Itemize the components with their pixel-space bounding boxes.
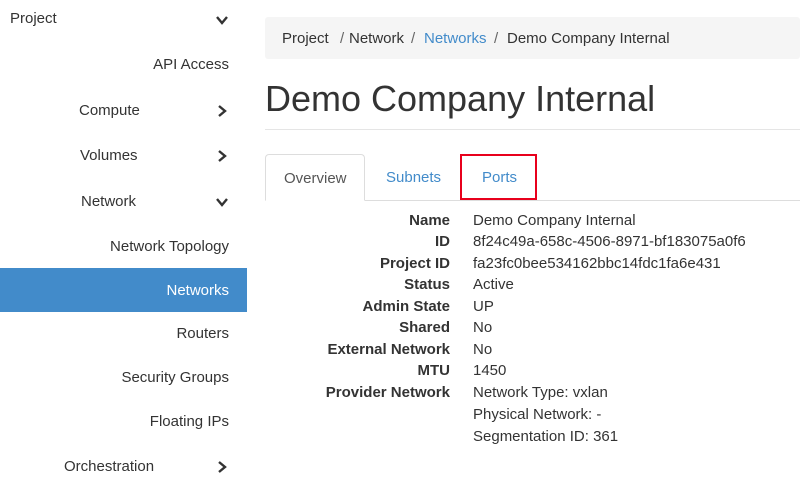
detail-value-id: 8f24c49a-658c-4506-8971-bf183075a0f6: [473, 233, 746, 250]
sidebar-item-label: Security Groups: [121, 369, 229, 386]
chevron-right-icon: [215, 104, 229, 118]
sidebar-item-compute[interactable]: Compute: [0, 89, 247, 131]
detail-label-status: Status: [404, 276, 450, 293]
sidebar-item-api-access[interactable]: API Access: [0, 44, 247, 84]
detail-value-status: Active: [473, 276, 514, 293]
detail-value-external-network: No: [473, 341, 493, 358]
breadcrumb-separator: /: [494, 30, 499, 47]
detail-label-project-id: Project ID: [379, 255, 450, 272]
detail-value-mtu: 1450: [473, 362, 507, 379]
sidebar-item-volumes[interactable]: Volumes: [0, 134, 247, 176]
tab-label: Subnets: [386, 169, 442, 186]
chevron-right-icon: [215, 460, 229, 474]
sidebar-item-label: Routers: [176, 325, 229, 342]
sidebar-item-orchestration[interactable]: Orchestration: [0, 445, 247, 487]
detail-value-physical-network: Physical Network: -: [473, 406, 602, 423]
title-divider: [265, 129, 800, 130]
page-title: Demo Company Internal: [265, 78, 656, 119]
detail-label-provider-network: Provider Network: [325, 384, 450, 401]
sidebar-item-label: Project: [10, 10, 57, 27]
detail-value-shared: No: [473, 319, 493, 336]
sidebar-item-networks[interactable]: Networks: [0, 268, 247, 312]
breadcrumb-separator: /: [411, 30, 416, 47]
sidebar-item-label: Orchestration: [64, 458, 155, 475]
sidebar-item-security-groups[interactable]: Security Groups: [0, 357, 247, 399]
sidebar-item-network-topology[interactable]: Network Topology: [0, 226, 247, 268]
detail-label-id: ID: [435, 233, 450, 250]
tab-bar: Overview Subnets Ports: [265, 154, 800, 201]
sidebar-item-network[interactable]: Network: [0, 180, 247, 222]
tab-overview[interactable]: Overview: [265, 154, 365, 201]
sidebar-item-floating-ips[interactable]: Floating IPs: [0, 401, 247, 443]
sidebar-item-project[interactable]: Project: [0, 0, 247, 40]
breadcrumb-separator: /: [340, 30, 345, 47]
tab-subnets[interactable]: Subnets: [368, 154, 458, 200]
tab-label: Ports: [482, 169, 518, 186]
detail-label-admin-state: Admin State: [362, 298, 450, 315]
sidebar-item-label: Network Topology: [110, 238, 229, 255]
detail-label-external-network: External Network: [327, 341, 450, 358]
tab-ports[interactable]: Ports: [460, 154, 537, 200]
main-content: Project / Network / Networks / Demo Comp…: [265, 0, 800, 497]
detail-value-network-type: Network Type: vxlan: [473, 384, 608, 401]
detail-value-project-id: fa23fc0bee534162bbc14fdc1fa6e431: [473, 255, 721, 272]
detail-label-mtu: MTU: [417, 362, 451, 379]
sidebar-item-label: Volumes: [80, 147, 138, 164]
sidebar-item-label: Floating IPs: [149, 413, 229, 430]
breadcrumb-item-current: Demo Company Internal: [507, 30, 670, 47]
chevron-down-icon: [215, 13, 229, 27]
sidebar-item-label: Compute: [79, 102, 140, 119]
detail-value-admin-state: UP: [473, 298, 494, 315]
breadcrumb-link-networks[interactable]: Networks: [424, 30, 487, 47]
breadcrumb-item-network: Network: [349, 30, 405, 47]
breadcrumb: Project / Network / Networks / Demo Comp…: [265, 17, 800, 59]
sidebar: Project API Access Compute Volumes Netwo…: [0, 0, 247, 497]
sidebar-item-routers[interactable]: Routers: [0, 313, 247, 355]
detail-value-segmentation-id: Segmentation ID: 361: [473, 428, 619, 445]
sidebar-item-label: Network: [81, 193, 137, 210]
detail-label-name: Name: [409, 212, 450, 229]
chevron-right-icon: [215, 149, 229, 163]
breadcrumb-item-project: Project: [282, 30, 329, 47]
sidebar-item-label: API Access: [153, 56, 229, 73]
chevron-down-icon: [215, 195, 229, 209]
tab-label: Overview: [284, 170, 347, 187]
detail-label-shared: Shared: [399, 319, 450, 336]
detail-value-name: Demo Company Internal: [473, 212, 636, 229]
sidebar-item-label: Networks: [166, 282, 229, 299]
